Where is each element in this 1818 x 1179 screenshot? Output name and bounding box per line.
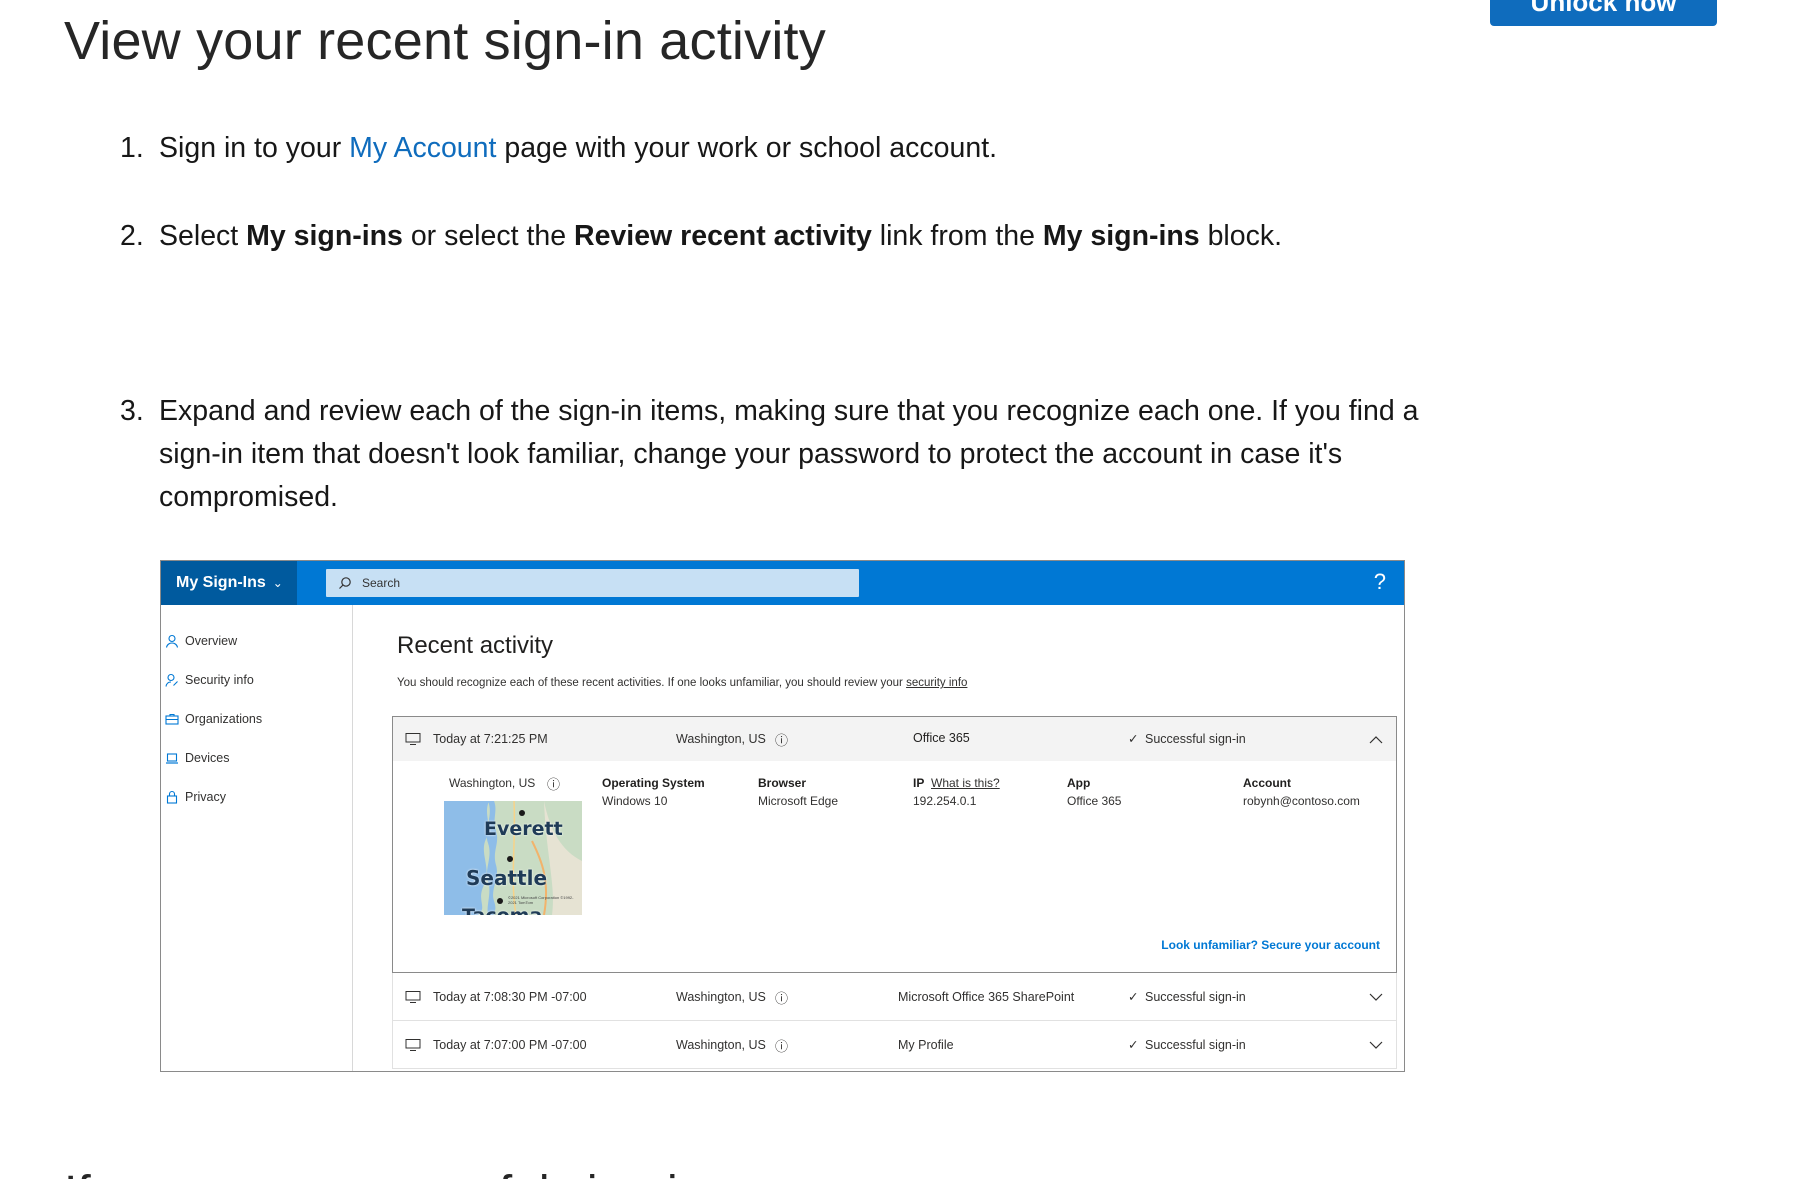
help-icon: ? bbox=[1373, 569, 1386, 594]
chevron-down-icon bbox=[1369, 993, 1383, 1001]
search-placeholder: Search bbox=[362, 576, 401, 590]
app-title: My Sign-Ins ⌄ bbox=[161, 561, 297, 605]
chevron-down-icon bbox=[1369, 1041, 1383, 1049]
sign-in-item-header: Today at 7:21:25 PM Washington, US ⓘ Off… bbox=[393, 717, 1396, 761]
search-icon bbox=[339, 577, 351, 589]
briefcase-icon bbox=[165, 713, 179, 725]
what-is-this-link: What is this? bbox=[931, 776, 1000, 790]
sidebar-item-devices: Devices bbox=[165, 751, 229, 765]
lock-icon bbox=[166, 790, 178, 804]
ip-value: 192.254.0.1 bbox=[913, 794, 977, 808]
my-sign-ins-screenshot: My Sign-Ins ⌄ Search ? Overview Security … bbox=[160, 560, 1405, 1072]
detail-location: Washington, US bbox=[449, 776, 536, 790]
account-label: Account bbox=[1243, 776, 1291, 790]
step-number: 1. bbox=[120, 132, 144, 164]
step-number: 2. bbox=[120, 220, 144, 252]
page-title: View your recent sign-in activity bbox=[64, 11, 826, 71]
step-text: Sign in to your My Account page with you… bbox=[159, 132, 998, 164]
info-icon: ⓘ bbox=[775, 1039, 789, 1054]
info-icon: ⓘ bbox=[547, 777, 561, 792]
computer-icon bbox=[405, 991, 421, 1003]
recent-activity-subtitle: You should recognize each of these recen… bbox=[397, 677, 968, 689]
search-box: Search bbox=[326, 569, 859, 597]
info-icon: ⓘ bbox=[775, 733, 789, 748]
sign-in-app: My Profile bbox=[898, 1038, 954, 1052]
info-icon: ⓘ bbox=[775, 991, 789, 1006]
browser-label: Browser bbox=[758, 776, 807, 790]
expanded-sign-in-item: Today at 7:21:25 PM Washington, US ⓘ Off… bbox=[392, 716, 1397, 973]
step-text: Select My sign-ins or select the Review … bbox=[159, 220, 1283, 252]
location-map: Everett Seattle Tacoma ©2021 Microsoft C… bbox=[444, 801, 582, 915]
sidebar: Overview Security info Organizations Dev… bbox=[161, 605, 353, 1071]
laptop-icon bbox=[166, 753, 178, 764]
sign-in-status: Successful sign-in bbox=[1145, 732, 1246, 746]
map-label-tacoma: Tacoma bbox=[462, 905, 542, 915]
unlock-now-button[interactable]: Unlock now bbox=[1490, 0, 1717, 26]
browser-value: Microsoft Edge bbox=[758, 794, 839, 808]
map-label-seattle: Seattle bbox=[466, 866, 548, 890]
computer-icon bbox=[405, 733, 421, 745]
sign-in-status: Successful sign-in bbox=[1145, 990, 1246, 1004]
sign-in-location: Washington, US bbox=[676, 990, 766, 1004]
map-copyright: ©2021 Microsoft Corporation ©1992-2021 T… bbox=[508, 895, 574, 905]
sidebar-item-organizations: Organizations bbox=[165, 712, 262, 726]
checkmark-icon: ✓ bbox=[1128, 1038, 1139, 1052]
os-value: Windows 10 bbox=[602, 794, 668, 808]
sign-in-location: Washington, US bbox=[676, 732, 766, 746]
recent-activity-heading: Recent activity bbox=[397, 632, 554, 659]
chevron-down-icon: ⌄ bbox=[272, 576, 283, 590]
map-label-everett: Everett bbox=[484, 818, 563, 840]
step-text: Expand and review each of the sign-in it… bbox=[159, 395, 1419, 513]
step-number: 3. bbox=[120, 395, 144, 427]
app-header-bar: My Sign-Ins ⌄ Search ? bbox=[161, 561, 1404, 605]
sign-in-app: Microsoft Office 365 SharePoint bbox=[898, 990, 1075, 1004]
app-value: Office 365 bbox=[1067, 794, 1122, 808]
os-label: Operating System bbox=[602, 776, 705, 790]
sign-in-time: Today at 7:08:30 PM -07:00 bbox=[433, 990, 587, 1004]
sidebar-item-privacy: Privacy bbox=[165, 790, 226, 804]
account-value: robynh@contoso.com bbox=[1243, 794, 1360, 808]
sign-in-location: Washington, US bbox=[676, 1038, 766, 1052]
person-icon bbox=[165, 634, 179, 648]
sign-in-row: Today at 7:07:00 PM -07:00 Washington, U… bbox=[392, 1021, 1397, 1069]
secure-your-account-link: Look unfamiliar? Secure your account bbox=[1161, 938, 1380, 952]
app-label: App bbox=[1067, 776, 1091, 790]
security-info-link: security info bbox=[906, 677, 968, 689]
checkmark-icon: ✓ bbox=[1128, 990, 1139, 1004]
sign-in-time: Today at 7:21:25 PM bbox=[433, 732, 548, 746]
chevron-up-icon bbox=[1369, 736, 1383, 744]
next-section-heading: If you see a successful sign-in bbox=[64, 1166, 704, 1179]
sign-in-app: Office 365 bbox=[913, 731, 970, 745]
checkmark-icon: ✓ bbox=[1128, 732, 1139, 746]
sign-in-status: Successful sign-in bbox=[1145, 1038, 1246, 1052]
ip-label: IP bbox=[913, 776, 925, 790]
sidebar-item-security-info: Security info bbox=[165, 673, 254, 687]
computer-icon bbox=[405, 1039, 421, 1051]
sidebar-item-overview: Overview bbox=[165, 634, 237, 648]
sign-in-time: Today at 7:07:00 PM -07:00 bbox=[433, 1038, 587, 1052]
security-info-icon bbox=[165, 673, 178, 687]
my-account-link[interactable]: My Account bbox=[349, 132, 496, 164]
sign-in-row: Today at 7:08:30 PM -07:00 Washington, U… bbox=[392, 973, 1397, 1021]
